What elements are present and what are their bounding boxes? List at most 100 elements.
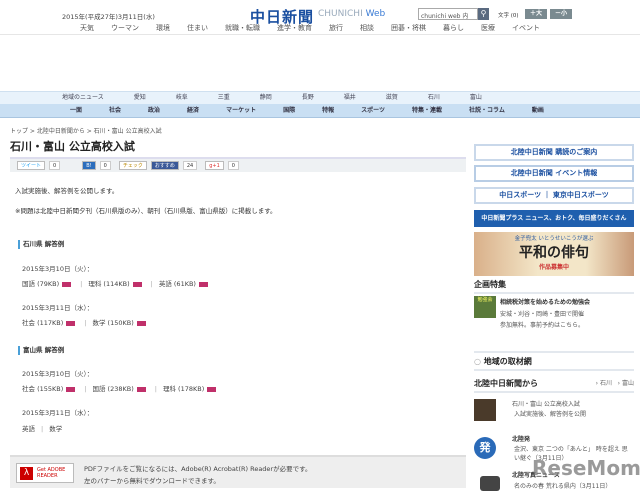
region-nav-item[interactable]: 長野 [302,92,314,104]
chiiki-text: 地域の取材網 [483,357,532,366]
tweet-button[interactable]: ツイート [17,161,46,170]
region-nav-item[interactable]: 福井 [344,92,356,104]
answer-link[interactable]: 英語 [22,425,35,433]
search-input[interactable]: chunichi web 内 [418,8,478,20]
check-button[interactable]: チェック [118,161,147,170]
camera-icon [480,476,500,491]
note-text: ※問題は北陸中日新聞夕刊（石川県版のみ）、朝刊（石川県版、富山県版）に掲載します… [15,207,277,215]
answer-link[interactable]: 社会 (117KB) [22,319,63,327]
top-nav-item[interactable]: ウーマン [111,21,139,34]
region-nav: 地域のニュース 愛知 岐阜 三重 静岡 長野 福井 滋賀 石川 富山 [0,91,640,104]
category-nav-item[interactable]: 一面 [70,104,82,117]
subscription-banner[interactable]: 北陸中日新聞 購読のご案内 [474,144,634,161]
news-title-2[interactable]: 北陸発 [512,434,530,443]
answer-list: 国語 (79KB) | 理科 (114KB) | 英語 (61KB) [22,278,211,288]
search-icon[interactable]: ⚲ [478,8,489,20]
answer-link[interactable]: 理科 (114KB) [88,280,129,288]
category-nav-item[interactable]: 特集・連載 [412,104,442,117]
pdf-icon [207,386,217,392]
adobe-line1: PDFファイルをご覧になるには、Adobe(R) Acrobat(R) Read… [84,465,312,473]
top-nav: 天気 ウーマン 環境 住まい 就職・転職 進学・教育 旅行 相談 囲碁・将棋 暮らし 医療 イベント [0,21,640,35]
adobe-icon: λ [20,467,33,480]
answer-link[interactable]: 数学 (150KB) [92,319,133,327]
answer-link[interactable]: 数学 [49,425,62,433]
top-nav-item[interactable]: 環境 [156,21,170,34]
top-nav-item[interactable]: 就職・転職 [225,21,260,34]
pdf-icon [62,281,72,287]
link-ishikawa[interactable]: 石川 [600,380,612,387]
facebook-button[interactable]: おすすめ [150,161,179,170]
category-nav-item[interactable]: 経済 [187,104,199,117]
haiku-banner[interactable]: 金子兜太 いとうせいこうが選ぶ 平和の俳句 作品募集中 [474,232,634,276]
category-nav-item[interactable]: マーケット [226,104,256,117]
gplus-button[interactable]: g+1 [205,161,224,170]
top-nav-item[interactable]: 天気 [80,21,94,34]
top-nav-item[interactable]: 相談 [360,21,374,34]
category-nav-item[interactable]: 政治 [148,104,160,117]
top-nav-item[interactable]: イベント [512,21,540,34]
answer-link[interactable]: 国語 (79KB) [22,280,59,288]
font-size-label: 文字 (0) [498,13,519,19]
news-title-1[interactable]: 石川・富山 公立高校入試 [512,399,580,408]
link-toyama[interactable]: 富山 [622,380,634,387]
region-nav-item[interactable]: 岐阜 [176,92,188,104]
region-nav-item[interactable]: 愛知 [134,92,146,104]
region-nav-item[interactable]: 静岡 [260,92,272,104]
separator: | [80,280,83,288]
news-thumbnail[interactable] [474,399,496,421]
separator: | [41,425,44,433]
breadcrumb[interactable]: トップ > 北陸中日新聞から > 石川・富山 公立高校入試 [10,126,162,135]
logo-web-text: Web [365,9,386,19]
answer-link[interactable]: 社会 (155KB) [22,385,63,393]
region-nav-item[interactable]: 滋賀 [386,92,398,104]
hokuriku-hatsu-icon: 発 [474,437,496,459]
hatena-button[interactable]: B! [82,161,96,170]
top-nav-item[interactable]: 医療 [481,21,495,34]
kikaku-desc2: 参加無料。事前予約はこちら。 [500,322,585,329]
news-desc-3: 名のみの春 荒れる県内（3月11日） [514,483,612,490]
region-nav-item[interactable]: 三重 [218,92,230,104]
category-nav-item[interactable]: 国際 [283,104,295,117]
region-nav-item[interactable]: 石川 [428,92,440,104]
top-nav-item[interactable]: 進学・教育 [277,21,312,34]
top-nav-item[interactable]: 囲碁・将棋 [391,21,426,34]
category-nav-item[interactable]: 社説・コラム [469,104,505,117]
font-small-button[interactable]: －小 [550,9,572,19]
answer-link[interactable]: 理科 (178KB) [163,385,204,393]
pdf-icon [66,320,76,326]
region-nav-label: 地域のニュース [62,94,104,101]
top-nav-item[interactable]: 暮らし [443,21,464,34]
event-banner[interactable]: 北陸中日新聞 イベント情報 [474,165,634,182]
kikaku-heading: 企画特集 [474,279,634,294]
day-date: 2015年3月11日（水）： [22,409,94,417]
chunichi-sports-banner[interactable]: 中日スポーツ ｜ 東京中日スポーツ [474,187,634,204]
kikaku-title[interactable]: 相続税対策を始めるための勉強会 [500,297,590,306]
day-date: 2015年3月11日（水）： [22,304,94,312]
chunichi-plus-banner[interactable]: 中日新聞プラス ニュース、おトク、毎日盛りだくさん [474,210,634,227]
top-nav-item[interactable]: 住まい [187,21,208,34]
font-large-button[interactable]: ＋大 [525,9,547,19]
header-date: 2015年(平成27年)3月11日(水) [62,13,155,21]
chiiki-link[interactable]: ○ 地域の取材網 [474,351,634,371]
region-nav-item[interactable]: 富山 [470,92,482,104]
gplus-count: 0 [227,161,239,170]
kikaku-thumbnail[interactable]: 勉強会 [474,296,496,318]
circle-icon: ○ [474,357,481,366]
top-nav-item[interactable]: 旅行 [329,21,343,34]
category-nav-item[interactable]: 特報 [322,104,334,117]
pdf-icon [198,281,208,287]
haiku-sub: 作品募集中 [538,264,569,271]
category-nav-item[interactable]: 動画 [532,104,544,117]
answer-link[interactable]: 国語 (238KB) [92,385,133,393]
category-nav-item[interactable]: スポーツ [361,104,385,117]
separator: | [150,280,153,288]
pdf-icon [136,386,146,392]
get-adobe-reader-button[interactable]: λ Get ADOBE READER [16,463,74,483]
resemom-watermark: ReseMom [532,456,640,480]
category-nav-item[interactable]: 社会 [109,104,121,117]
news-desc-1: 入試実施後、解答例を公開 [514,411,587,418]
hokuriku-heading: 北陸中日新聞から › 石川 › 富山 [474,378,634,393]
answer-link[interactable]: 英語 (61KB) [159,280,196,288]
answer-list: 英語 | 数学 [22,423,62,433]
haiku-main: 平和の俳句 [519,245,589,261]
